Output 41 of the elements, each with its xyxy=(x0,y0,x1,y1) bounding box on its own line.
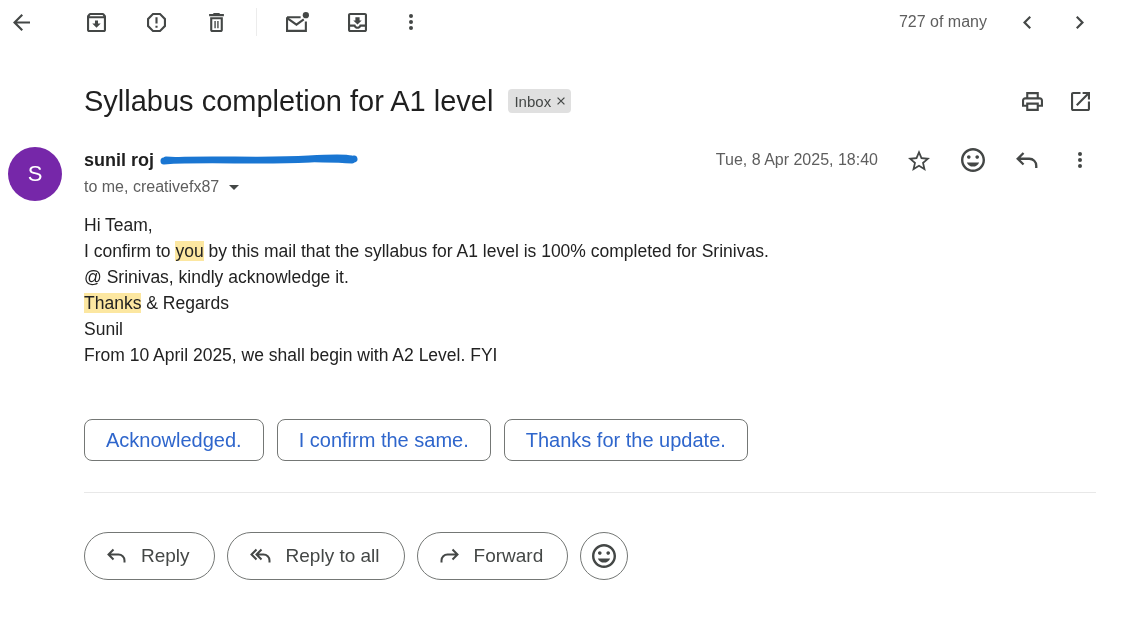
label-chip[interactable]: Inbox xyxy=(508,89,572,113)
reply-all-button[interactable]: Reply to all xyxy=(226,532,405,580)
open-external-icon[interactable] xyxy=(1070,91,1090,111)
reply-button[interactable]: Reply xyxy=(84,532,215,580)
envelope-dot-icon[interactable] xyxy=(285,12,309,32)
printer-icon[interactable] xyxy=(1021,91,1043,111)
forward-button[interactable]: Forward xyxy=(416,532,569,580)
body-text-line: @ Srinivas, kindly acknowledge it. xyxy=(84,266,349,289)
close-icon[interactable] xyxy=(557,97,566,105)
chevron-left-icon[interactable] xyxy=(1023,15,1031,29)
sender-name: sunil roj xyxy=(84,149,154,171)
star-icon[interactable] xyxy=(908,149,930,171)
octagon-exclamation-icon[interactable] xyxy=(146,12,166,32)
chevron-right-icon[interactable] xyxy=(1076,15,1084,29)
more-vertical-icon[interactable] xyxy=(409,14,413,30)
smart-reply-chip[interactable]: I confirm the same. xyxy=(276,419,491,461)
body-text-line: Thanks & Regards xyxy=(84,292,229,315)
back-arrow-icon[interactable] xyxy=(12,13,30,31)
trash-icon[interactable] xyxy=(208,12,224,32)
sender-avatar[interactable]: S xyxy=(8,147,62,201)
emoji-button[interactable] xyxy=(580,532,629,580)
email-subject: Syllabus completion for A1 level xyxy=(84,84,494,118)
smiley-icon[interactable] xyxy=(961,148,985,172)
more-vertical-icon[interactable] xyxy=(1078,152,1082,168)
smiley-icon xyxy=(592,544,617,568)
body-text-line: I confirm to you by this mail that the syllabus for A1 level is 100% completed for Srinivas. xyxy=(84,240,769,263)
recipients-text: to me, creativefx87 xyxy=(84,178,220,196)
smart-reply-chip[interactable]: Thanks for the update. xyxy=(503,419,748,461)
reply-all-arrow-icon xyxy=(249,548,271,564)
smart-reply-chip[interactable]: Acknowledged. xyxy=(84,419,264,461)
body-text-line: Hi Team, xyxy=(84,214,153,237)
reply-arrow-icon xyxy=(107,548,126,564)
body-text-line: From 10 April 2025, we shall begin with A2 Level. FYI xyxy=(84,344,498,367)
forward-arrow-icon xyxy=(439,548,459,564)
message-date: Tue, 8 Apr 2025, 18:40 xyxy=(715,151,878,169)
archive-icon[interactable] xyxy=(86,12,106,32)
reply-arrow-icon[interactable] xyxy=(1016,150,1038,170)
body-text-line: Sunil xyxy=(84,318,123,341)
message-position: 727 of many xyxy=(898,13,987,31)
inbox-tray-arrow-icon[interactable] xyxy=(347,12,367,32)
caret-down-icon[interactable] xyxy=(229,184,240,190)
